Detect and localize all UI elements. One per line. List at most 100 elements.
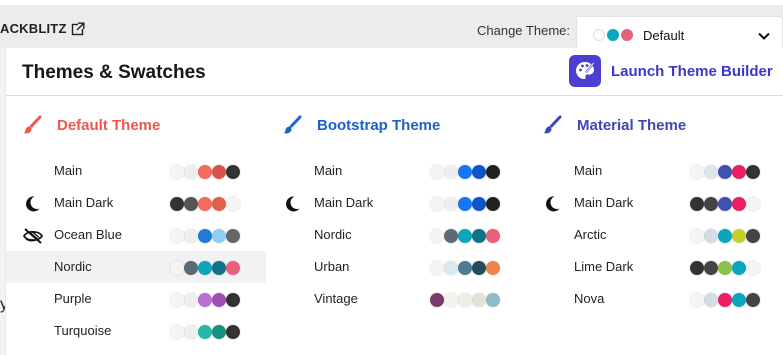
- theme-option-label: Nordic: [314, 227, 352, 242]
- swatch: [458, 197, 472, 211]
- theme-swatches: [690, 197, 770, 211]
- swatch: [170, 293, 184, 307]
- stackblitz-link[interactable]: ACKBLITZ: [0, 21, 85, 36]
- swatch: [170, 197, 184, 211]
- theme-option[interactable]: Main Dark: [526, 187, 783, 219]
- theme-swatches: [170, 197, 250, 211]
- swatch: [212, 325, 226, 339]
- swatch: [704, 165, 718, 179]
- swatch: [226, 229, 240, 243]
- swatch: [184, 229, 198, 243]
- theme-swatches: [690, 261, 770, 275]
- swatch: [690, 261, 704, 275]
- panel-header: Themes & Swatches Launch Theme Builder: [6, 48, 783, 96]
- theme-option-label: Nova: [574, 291, 605, 306]
- theme-option[interactable]: Urban: [266, 251, 526, 283]
- theme-option[interactable]: Nova: [526, 283, 783, 315]
- theme-option[interactable]: Main Dark: [266, 187, 526, 219]
- swatch: [226, 165, 240, 179]
- swatch: [198, 261, 212, 275]
- theme-swatches: [690, 165, 770, 179]
- swatch: [718, 197, 732, 211]
- swatch: [184, 293, 198, 307]
- swatch: [170, 229, 184, 243]
- swatch: [472, 293, 486, 307]
- swatch: [198, 229, 212, 243]
- theme-column-header: Bootstrap Theme: [266, 108, 526, 144]
- themes-panel: Themes & Swatches Launch Theme Builder D…: [5, 48, 783, 355]
- moon-icon: [543, 195, 561, 213]
- paintbrush-icon: [542, 115, 562, 135]
- panel-title: Themes & Swatches: [22, 62, 206, 83]
- swatch: [486, 197, 500, 211]
- swatch: [430, 229, 444, 243]
- theme-option-label: Main Dark: [574, 195, 634, 210]
- swatch: [444, 229, 458, 243]
- swatch: [746, 197, 760, 211]
- swatch: [198, 325, 212, 339]
- theme-option-label: Turquoise: [54, 323, 112, 338]
- swatch: [718, 293, 732, 307]
- swatch: [430, 165, 444, 179]
- theme-column-header: Default Theme: [6, 108, 266, 144]
- swatch: [593, 29, 605, 41]
- theme-option[interactable]: Turquoise: [6, 315, 266, 347]
- theme-option-label: Main: [574, 163, 603, 178]
- swatch: [704, 197, 718, 211]
- theme-column-title: Default Theme: [57, 117, 161, 134]
- theme-swatches: [170, 325, 250, 339]
- theme-option[interactable]: Vintage: [266, 283, 526, 315]
- swatch: [198, 197, 212, 211]
- swatch: [472, 165, 486, 179]
- swatch: [212, 293, 226, 307]
- swatch: [472, 197, 486, 211]
- theme-option[interactable]: Lime Dark: [526, 251, 783, 283]
- paintbrush-icon: [22, 115, 42, 135]
- theme-option[interactable]: Main: [266, 155, 526, 187]
- swatch: [170, 261, 184, 275]
- swatch: [430, 197, 444, 211]
- theme-option[interactable]: Nordic: [266, 219, 526, 251]
- theme-swatches: [170, 261, 250, 275]
- swatch: [472, 229, 486, 243]
- swatch: [732, 197, 746, 211]
- swatch: [746, 293, 760, 307]
- swatch: [746, 261, 760, 275]
- theme-option[interactable]: Main: [526, 155, 783, 187]
- theme-option[interactable]: Main Dark: [6, 187, 266, 219]
- theme-option[interactable]: Main: [6, 155, 266, 187]
- swatch: [690, 165, 704, 179]
- change-theme-label: Change Theme:: [477, 23, 570, 38]
- swatch: [746, 229, 760, 243]
- swatch: [212, 261, 226, 275]
- theme-option-label: Vintage: [314, 291, 358, 306]
- swatch: [212, 165, 226, 179]
- swatch: [212, 229, 226, 243]
- theme-select-value: Default: [643, 28, 685, 43]
- swatch: [458, 165, 472, 179]
- swatch: [732, 165, 746, 179]
- eye-off-icon: [22, 227, 44, 245]
- top-bar: ACKBLITZ Change Theme: Default: [0, 0, 783, 54]
- theme-swatches: [690, 293, 770, 307]
- swatch: [607, 29, 619, 41]
- swatch: [486, 165, 500, 179]
- swatch: [732, 261, 746, 275]
- theme-option-label: Main Dark: [314, 195, 374, 210]
- theme-option[interactable]: Ocean Blue: [6, 219, 266, 251]
- swatch: [226, 293, 240, 307]
- swatch: [486, 229, 500, 243]
- theme-option[interactable]: Purple: [6, 283, 266, 315]
- swatch: [718, 165, 732, 179]
- theme-option[interactable]: Nordic: [6, 251, 266, 283]
- launch-theme-builder-button[interactable]: Launch Theme Builder: [569, 54, 773, 88]
- theme-swatches: [170, 229, 250, 243]
- theme-swatches: [430, 293, 510, 307]
- chevron-down-icon: [758, 32, 770, 40]
- theme-swatches: [430, 229, 510, 243]
- theme-option[interactable]: Arctic: [526, 219, 783, 251]
- swatch: [444, 165, 458, 179]
- swatch: [212, 197, 226, 211]
- theme-option-label: Nordic: [54, 259, 92, 274]
- swatch: [226, 325, 240, 339]
